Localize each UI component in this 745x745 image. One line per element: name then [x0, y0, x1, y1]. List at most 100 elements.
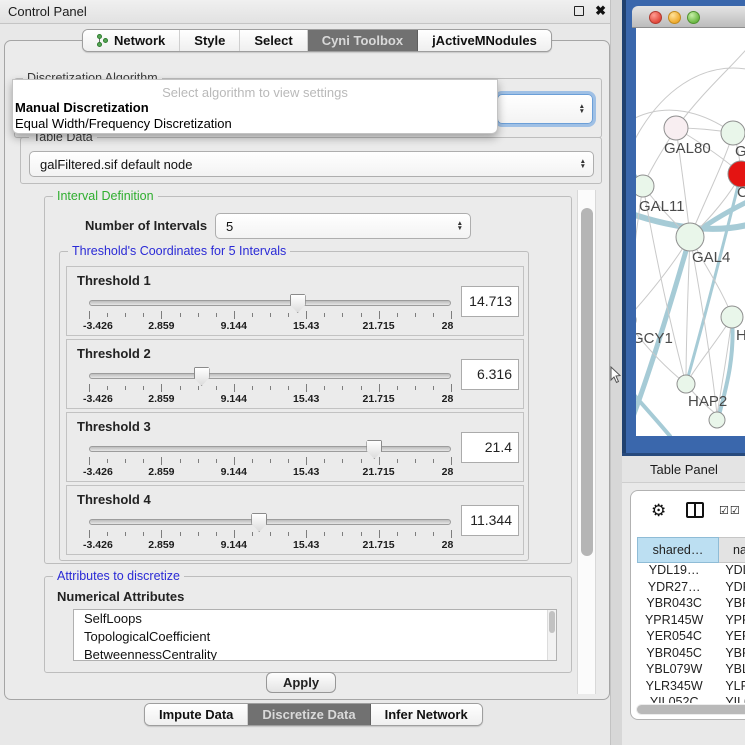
scale-tick-label: 21.715: [363, 466, 395, 478]
threshold-row: Threshold 2 -3.4262.8599.14415.4321.7152…: [66, 339, 524, 409]
apply-button[interactable]: Apply: [266, 672, 336, 693]
node-gal11[interactable]: [636, 175, 654, 197]
tab-label: Style: [194, 33, 225, 48]
threshold-row: Threshold 3 -3.4262.8599.14415.4321.7152…: [66, 412, 524, 482]
dropdown-option-equal-width[interactable]: Equal Width/Frequency Discretization: [15, 116, 232, 131]
network-canvas[interactable]: GAL80 GA C GAL11 GAL4 GCY1 H HAP2: [636, 28, 745, 436]
node-label: GAL4: [692, 249, 730, 266]
threshold-label: Threshold 2: [77, 346, 151, 361]
column-header-shared[interactable]: shared…: [637, 537, 719, 563]
slider-scale-labels: -3.4262.8599.14415.4321.71528: [89, 393, 451, 405]
slider-ticks: [89, 530, 451, 538]
tab-cyni-toolbox[interactable]: Cyni Toolbox: [308, 30, 418, 51]
algorithm-combobox[interactable]: ▲▼: [497, 94, 593, 124]
slider-ticks: [89, 457, 451, 465]
table-row[interactable]: YIL052CYIL0: [637, 695, 745, 703]
stepper-arrows-icon: ▲▼: [457, 221, 463, 231]
tab-label: Impute Data: [159, 707, 233, 722]
slider-scale-labels: -3.4262.8599.14415.4321.71528: [89, 320, 451, 332]
settings-scrollbar[interactable]: [577, 190, 596, 694]
tab-label: Cyni Toolbox: [322, 33, 403, 48]
threshold-row: Threshold 1 -3.4262.8599.14415.4321.7152…: [66, 266, 524, 336]
column-header-name[interactable]: na: [719, 537, 745, 563]
table-toolbar: ⚙ ☑☑: [631, 491, 745, 531]
scrollbar-thumb[interactable]: [581, 208, 593, 556]
group-title: Interval Definition: [53, 189, 158, 203]
network-icon: [97, 34, 109, 48]
attribute-list-item[interactable]: SelfLoops: [74, 610, 556, 628]
table-row[interactable]: YER054CYER0: [637, 629, 745, 646]
control-panel: Control Panel ✖ Network Style Select Cyn…: [0, 0, 618, 745]
threshold-slider[interactable]: [89, 519, 451, 525]
node-hap2[interactable]: [677, 375, 695, 393]
tab-jactivemnodules[interactable]: jActiveMNodules: [418, 30, 551, 51]
scale-tick-label: 2.859: [148, 393, 174, 405]
table-hscrollbar[interactable]: [636, 704, 745, 715]
list-scrollbar[interactable]: [547, 610, 556, 660]
attributes-group: Attributes to discretize Numerical Attri…: [44, 576, 572, 673]
node-label: GCY1: [636, 330, 673, 347]
algorithm-dropdown-popup: Select algorithm to view settings Manual…: [12, 79, 498, 134]
tab-label: Network: [114, 33, 165, 48]
top-tab-bar: Network Style Select Cyni Toolbox jActiv…: [82, 29, 552, 52]
table-row[interactable]: YPR145WYPR1: [637, 613, 745, 630]
gear-icon[interactable]: ⚙: [651, 501, 666, 521]
scale-tick-label: 9.144: [221, 539, 247, 551]
scale-tick-label: 21.715: [363, 320, 395, 332]
table-row[interactable]: YDL19…YDL1: [637, 563, 745, 580]
node-bottom[interactable]: [709, 412, 725, 428]
table-row[interactable]: YDR27…YDR2: [637, 580, 745, 597]
numerical-attributes-list[interactable]: SelfLoopsTopologicalCoefficientBetweenne…: [73, 609, 557, 661]
table-header: shared… na: [637, 537, 745, 563]
threshold-value-field[interactable]: 14.713: [461, 286, 519, 317]
tab-style[interactable]: Style: [180, 30, 240, 51]
slider-scale-labels: -3.4262.8599.14415.4321.71528: [89, 466, 451, 478]
scale-tick-label: 28: [442, 393, 454, 405]
scale-tick-label: 2.859: [148, 320, 174, 332]
node-gal4[interactable]: [676, 223, 704, 251]
float-window-icon[interactable]: [574, 6, 584, 16]
tab-discretize-data[interactable]: Discretize Data: [248, 704, 370, 725]
tab-impute-data[interactable]: Impute Data: [145, 704, 248, 725]
close-icon[interactable]: ✖: [595, 3, 606, 19]
table-data-combobox[interactable]: galFiltered.sif default node ▲▼: [29, 151, 594, 177]
threshold-slider[interactable]: [89, 300, 451, 306]
network-window-titlebar[interactable]: [632, 6, 745, 28]
split-column-icon[interactable]: [686, 502, 704, 518]
attribute-list-item[interactable]: TopologicalCoefficient: [74, 628, 556, 646]
tab-select[interactable]: Select: [240, 30, 307, 51]
tab-network[interactable]: Network: [83, 30, 180, 51]
threshold-value-field[interactable]: 11.344: [461, 505, 519, 536]
number-of-intervals-combobox[interactable]: 5 ▲▼: [215, 213, 471, 239]
threshold-label: Threshold 3: [77, 419, 151, 434]
dropdown-option-manual[interactable]: Manual Discretization: [15, 100, 149, 115]
table-row[interactable]: YBR043CYBR0: [637, 596, 745, 613]
scale-tick-label: 2.859: [148, 539, 174, 551]
node-label: GAL11: [639, 198, 685, 215]
table-row[interactable]: YBL079WYBL0: [637, 662, 745, 679]
dropdown-hint: Select algorithm to view settings: [13, 85, 497, 100]
node-ga[interactable]: [721, 121, 745, 145]
threshold-value-field[interactable]: 6.316: [461, 359, 519, 390]
close-traffic-light-icon[interactable]: [649, 11, 662, 24]
scrollbar-thumb[interactable]: [637, 705, 745, 714]
threshold-slider[interactable]: [89, 446, 451, 452]
zoom-traffic-light-icon[interactable]: [687, 11, 700, 24]
scale-tick-label: 15.43: [293, 539, 319, 551]
scale-tick-label: 9.144: [221, 466, 247, 478]
interval-definition-group: Interval Definition Number of Intervals …: [44, 196, 572, 564]
threshold-value-field[interactable]: 21.4: [461, 432, 519, 463]
table-row[interactable]: YLR345WYLR3: [637, 679, 745, 696]
scale-tick-label: -3.426: [83, 539, 113, 551]
slider-ticks: [89, 384, 451, 392]
numerical-attributes-label: Numerical Attributes: [57, 589, 184, 604]
checkbox-icons[interactable]: ☑☑: [719, 504, 741, 517]
node-gal80[interactable]: [664, 116, 688, 140]
node-label: GA: [735, 143, 745, 160]
node-h[interactable]: [721, 306, 743, 328]
threshold-slider[interactable]: [89, 373, 451, 379]
table-row[interactable]: YBR045CYBR0: [637, 646, 745, 663]
attribute-list-item[interactable]: BetweennessCentrality: [74, 646, 556, 661]
tab-infer-network[interactable]: Infer Network: [371, 704, 482, 725]
minimize-traffic-light-icon[interactable]: [668, 11, 681, 24]
